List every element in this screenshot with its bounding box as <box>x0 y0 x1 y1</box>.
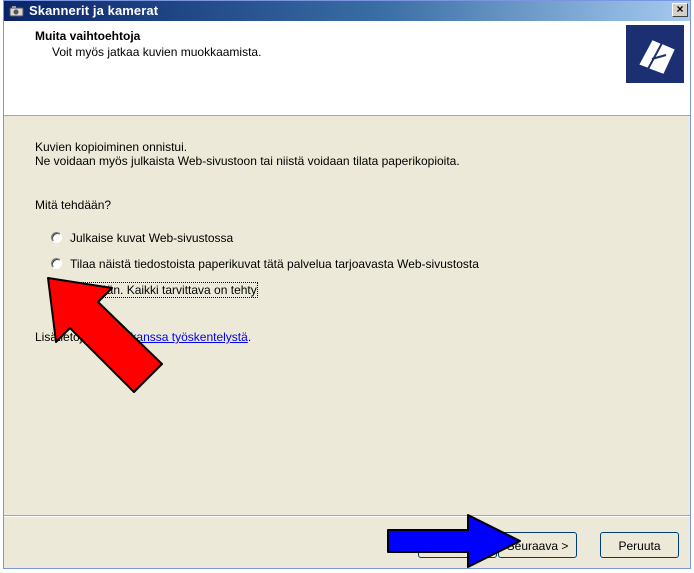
radio-order-prints[interactable] <box>51 258 62 269</box>
next-button[interactable]: Seuraava > <box>498 532 577 558</box>
option-order-prints-label[interactable]: Tilaa näistä tiedostoista paperikuvat tä… <box>70 257 479 271</box>
option-publish-web-label[interactable]: Julkaise kuvat Web-sivustossa <box>70 231 233 245</box>
success-text: Kuvien kopioiminen onnistui. <box>35 140 188 154</box>
radio-nothing[interactable] <box>51 284 62 295</box>
description-text: Ne voidaan myös julkaista Web-sivustoon … <box>35 154 460 168</box>
info-link[interactable]: kuvien kanssa työskentelystä <box>92 330 247 344</box>
scanner-camera-icon <box>9 6 24 17</box>
radio-publish-web[interactable] <box>51 232 62 243</box>
back-button[interactable] <box>418 532 497 558</box>
header-title: Muita vaihtoehtoja <box>35 29 141 43</box>
question-text: Mitä tehdään? <box>35 198 112 212</box>
footer-separator <box>4 515 690 517</box>
window-title: Skannerit ja kamerat <box>29 3 159 18</box>
info-suffix: . <box>247 330 252 344</box>
title-bar[interactable]: Skannerit ja kamerat × <box>4 1 690 21</box>
option-nothing-label[interactable]: Ei mitään. Kaikki tarvittava on tehty <box>69 282 258 298</box>
wizard-logo-icon <box>626 25 684 83</box>
info-line: Lisätietoja kuvien kanssa työskentelystä… <box>35 330 251 344</box>
header-subtitle: Voit myös jatkaa kuvien muokkaamista. <box>52 45 262 59</box>
close-button[interactable]: × <box>672 3 688 17</box>
info-prefix: Lisätietoja <box>35 330 90 344</box>
wizard-window: Skannerit ja kamerat × Muita vaihtoehtoj… <box>3 0 691 569</box>
cancel-button[interactable]: Peruuta <box>600 532 679 558</box>
wizard-header: Muita vaihtoehtoja Voit myös jatkaa kuvi… <box>4 21 690 116</box>
